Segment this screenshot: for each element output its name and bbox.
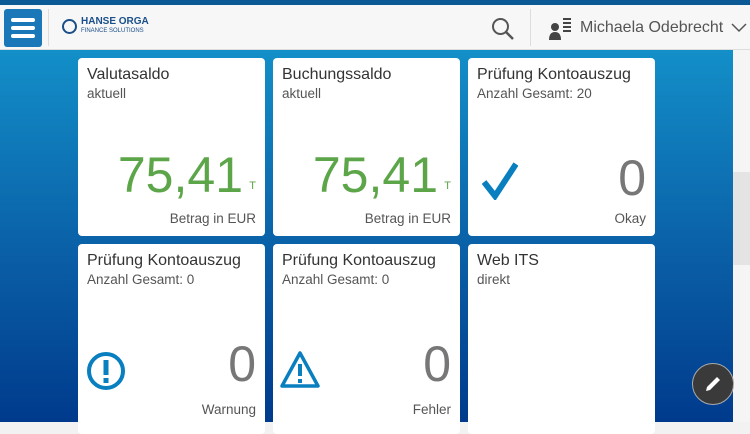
tile-unit: T	[249, 180, 256, 192]
tile-footer: Fehler	[412, 402, 451, 417]
user-name: Michaela Odebrecht	[580, 19, 724, 36]
tile-value: 75,41	[312, 147, 438, 203]
tile-value: 0	[618, 150, 646, 206]
user-menu[interactable]: Michaela Odebrecht	[548, 16, 747, 40]
tile-title: Prüfung Kontoauszug	[282, 252, 436, 269]
scrollbar[interactable]	[733, 172, 750, 265]
logo-ring-icon	[62, 18, 77, 34]
tile-value: 0	[228, 336, 256, 392]
logo-text: HANSE ORGA	[81, 16, 149, 27]
tile-subtitle: aktuell	[282, 86, 322, 101]
checkmark-icon	[481, 160, 519, 205]
logo: HANSE ORGA FINANCE SOLUTIONS	[62, 17, 149, 35]
tile-unit: T	[444, 180, 451, 192]
tile-title: Prüfung Kontoauszug	[477, 66, 631, 83]
tile-subtitle: Anzahl Gesamt: 0	[282, 272, 390, 287]
exclamation-circle-icon	[86, 351, 126, 396]
tile-value: 75,41	[117, 147, 243, 203]
tile-subtitle: Anzahl Gesamt: 20	[477, 86, 592, 101]
edit-button[interactable]	[692, 363, 734, 405]
tile-valutasaldo[interactable]: Valutasaldo aktuell 75,41 T Betrag in EU…	[78, 58, 265, 236]
tile-footer: Betrag in EUR	[364, 211, 451, 226]
tile-value: 0	[423, 336, 451, 392]
tile-title: Prüfung Kontoauszug	[87, 252, 241, 269]
tile-subtitle: Anzahl Gesamt: 0	[87, 272, 195, 287]
tile-title: Buchungssaldo	[282, 66, 392, 83]
tile-footer: Warnung	[201, 402, 256, 417]
tile-pruefung-warnung[interactable]: Prüfung Kontoauszug Anzahl Gesamt: 0 0 W…	[78, 244, 265, 434]
tile-web-its[interactable]: Web ITS direkt	[468, 244, 655, 434]
tile-subtitle: aktuell	[87, 86, 127, 101]
warning-triangle-icon	[280, 350, 320, 395]
tile-subtitle: direkt	[477, 272, 511, 287]
search-icon[interactable]	[491, 17, 515, 46]
tile-title: Web ITS	[477, 252, 539, 269]
user-icon	[549, 18, 571, 40]
tile-footer: Okay	[614, 211, 646, 226]
tile-pruefung-fehler[interactable]: Prüfung Kontoauszug Anzahl Gesamt: 0 0 F…	[273, 244, 460, 434]
header: HANSE ORGA FINANCE SOLUTIONS Michaela Ode…	[0, 5, 750, 50]
tile-footer: Betrag in EUR	[169, 211, 256, 226]
tile-pruefung-okay[interactable]: Prüfung Kontoauszug Anzahl Gesamt: 20 0 …	[468, 58, 655, 236]
chevron-down-icon	[731, 23, 747, 33]
tile-buchungssaldo[interactable]: Buchungssaldo aktuell 75,41 T Betrag in …	[273, 58, 460, 236]
tile-title: Valutasaldo	[87, 66, 170, 83]
logo-subtext: FINANCE SOLUTIONS	[81, 28, 144, 34]
divider	[530, 9, 531, 46]
divider	[48, 9, 49, 46]
pencil-icon	[706, 377, 720, 391]
menu-button[interactable]	[4, 9, 42, 47]
